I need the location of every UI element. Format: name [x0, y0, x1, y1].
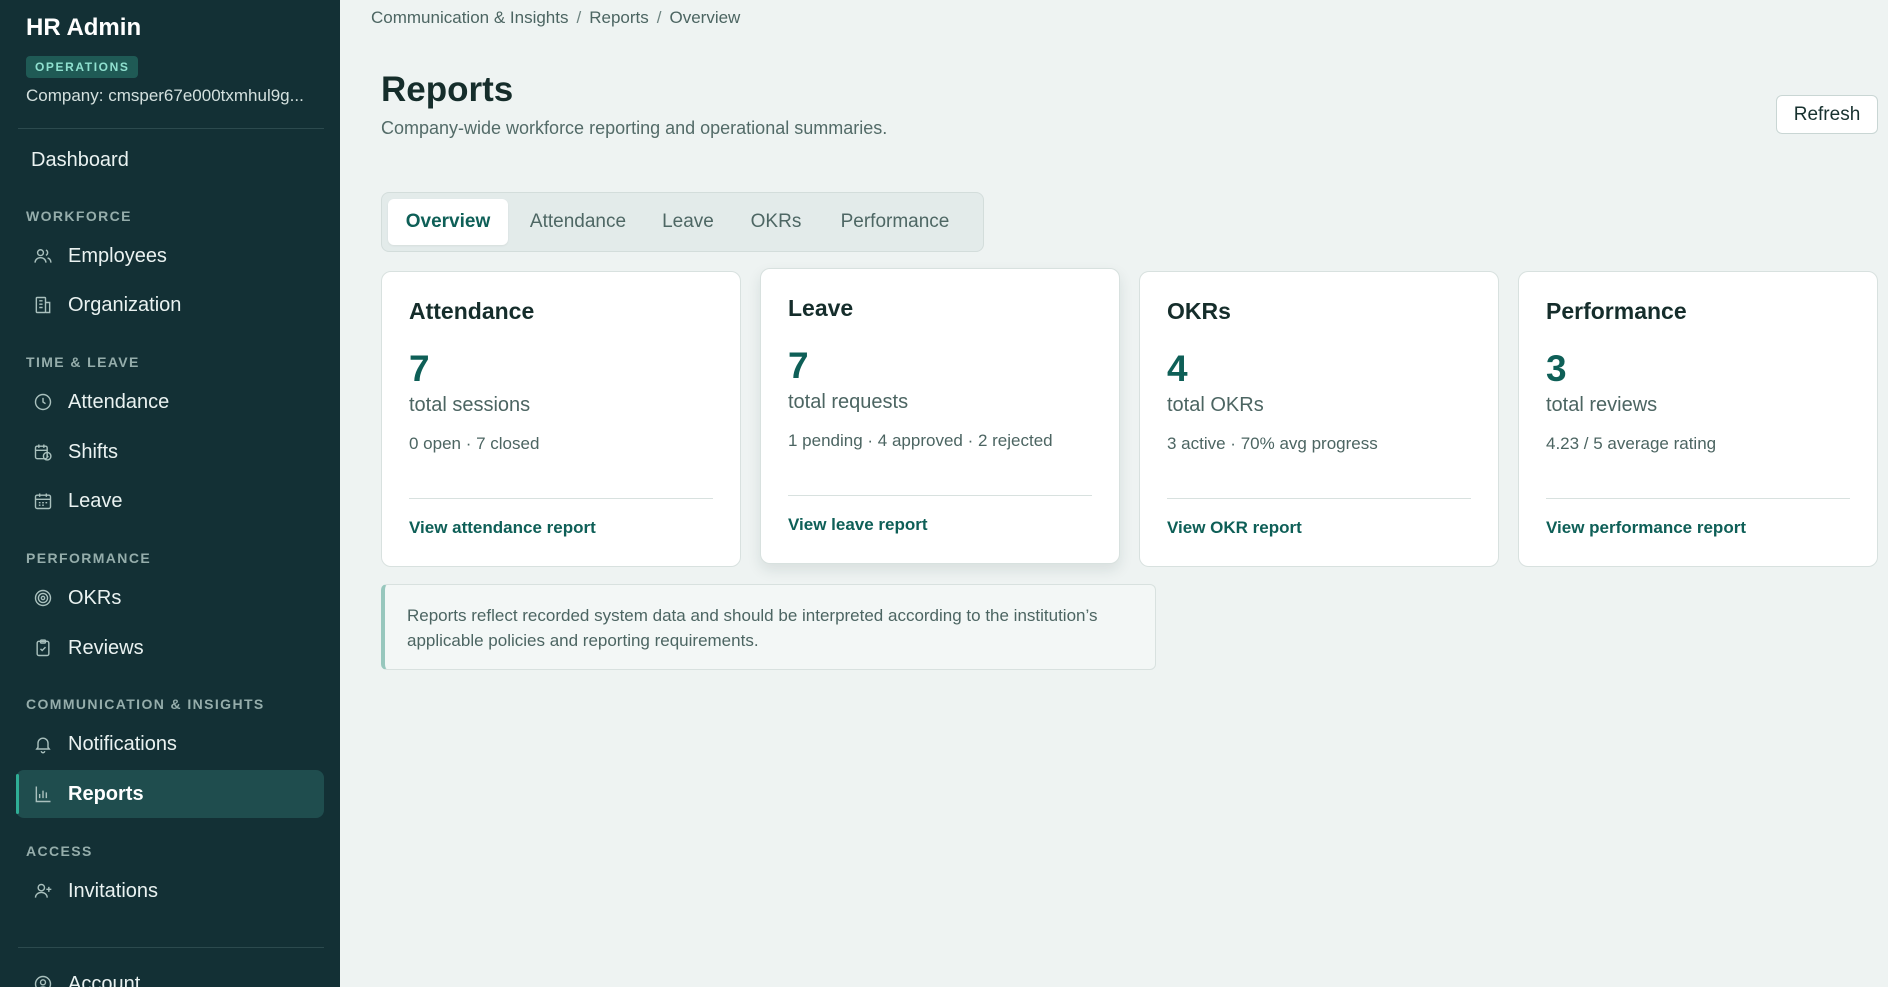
view-attendance-report-link[interactable]: View attendance report	[409, 518, 596, 538]
card-meta: 3 active · 70% avg progress	[1167, 434, 1378, 453]
card-unit: total OKRs	[1167, 394, 1264, 416]
breadcrumb-communication[interactable]: Communication & Insights	[371, 8, 568, 28]
performance-card: Performance 3 total reviews 4.23 / 5 ave…	[1518, 271, 1878, 567]
card-title: Leave	[788, 295, 854, 321]
sidebar-item-okrs[interactable]: OKRs	[16, 574, 324, 622]
leave-card: Leave 7 total requests 1 pending · 4 app…	[760, 268, 1120, 564]
card-divider	[409, 498, 713, 499]
role-badge: OPERATIONS	[26, 56, 139, 78]
card-unit: total requests	[788, 391, 909, 413]
sidebar-item-label: Shifts	[68, 440, 119, 463]
reports-disclaimer-note: Reports reflect recorded system data and…	[381, 584, 1156, 670]
sidebar-item-reports[interactable]: Reports	[16, 770, 324, 818]
sidebar-item-label: Employees	[68, 244, 167, 267]
card-divider	[1167, 498, 1471, 499]
section-label-communication: COMMUNICATION & INSIGHTS	[26, 696, 265, 712]
sidebar-item-label: Reviews	[68, 636, 144, 659]
card-meta: 1 pending · 4 approved · 2 rejected	[788, 431, 1053, 450]
view-okr-report-link[interactable]: View OKR report	[1167, 518, 1302, 538]
view-leave-report-link[interactable]: View leave report	[788, 515, 928, 535]
tab-attendance[interactable]: Attendance	[518, 199, 638, 245]
card-title: Attendance	[409, 298, 535, 324]
card-divider	[788, 495, 1092, 496]
sidebar-item-label: Organization	[68, 293, 182, 316]
refresh-button[interactable]: Refresh	[1776, 95, 1878, 134]
breadcrumb-separator: /	[576, 8, 582, 27]
user-circle-icon	[32, 973, 54, 987]
sidebar-item-label: Account	[68, 972, 141, 987]
card-value: 3	[1546, 348, 1567, 389]
sidebar: HR Admin OPERATIONS Company: cmsper67e00…	[0, 0, 340, 987]
section-label-time-leave: TIME & LEAVE	[26, 354, 140, 370]
attendance-card: Attendance 7 total sessions 0 open · 7 c…	[381, 271, 741, 567]
tab-okrs[interactable]: OKRs	[738, 199, 814, 245]
sidebar-item-reviews[interactable]: Reviews	[16, 624, 324, 672]
sidebar-item-organization[interactable]: Organization	[16, 281, 324, 329]
sidebar-item-leave[interactable]: Leave	[16, 477, 324, 525]
card-meta: 0 open · 7 closed	[409, 434, 540, 453]
bell-icon	[32, 733, 54, 755]
calendar-icon	[32, 490, 54, 512]
breadcrumb-overview: Overview	[669, 8, 741, 27]
view-performance-report-link[interactable]: View performance report	[1546, 518, 1746, 538]
card-divider	[1546, 498, 1850, 499]
card-value: 7	[409, 348, 430, 389]
brand-title: HR Admin	[26, 14, 142, 41]
sidebar-item-account[interactable]: Account	[16, 960, 324, 987]
user-plus-icon	[32, 880, 54, 902]
tab-overview[interactable]: Overview	[388, 199, 508, 245]
tab-leave[interactable]: Leave	[648, 199, 728, 245]
sidebar-item-label: Invitations	[68, 879, 159, 902]
section-label-performance: PERFORMANCE	[26, 550, 152, 566]
sidebar-item-dashboard[interactable]: Dashboard	[16, 136, 324, 184]
clock-icon	[32, 391, 54, 413]
bar-chart-icon	[32, 783, 54, 805]
card-title: OKRs	[1167, 298, 1231, 324]
building-icon	[32, 294, 54, 316]
sidebar-divider	[18, 128, 324, 129]
breadcrumb-reports[interactable]: Reports	[589, 8, 649, 28]
sidebar-item-shifts[interactable]: Shifts	[16, 428, 324, 476]
card-meta: 4.23 / 5 average rating	[1546, 434, 1717, 453]
page-title: Reports	[381, 70, 514, 109]
report-tabs: Overview Attendance Leave OKRs Performan…	[381, 192, 984, 252]
sidebar-item-label: OKRs	[68, 586, 122, 609]
sidebar-item-attendance[interactable]: Attendance	[16, 378, 324, 426]
sidebar-item-label: Leave	[68, 489, 123, 512]
sidebar-item-notifications[interactable]: Notifications	[16, 720, 324, 768]
users-icon	[32, 245, 54, 267]
page-subtitle: Company-wide workforce reporting and ope…	[381, 118, 888, 138]
sidebar-item-label: Notifications	[68, 732, 177, 755]
breadcrumb-separator: /	[656, 8, 662, 27]
card-value: 7	[788, 345, 809, 386]
sidebar-item-label: Dashboard	[31, 148, 129, 171]
okrs-card: OKRs 4 total OKRs 3 active · 70% avg pro…	[1139, 271, 1499, 567]
sidebar-item-label: Attendance	[68, 390, 170, 413]
section-label-workforce: WORKFORCE	[26, 208, 132, 224]
sidebar-item-invitations[interactable]: Invitations	[16, 867, 324, 915]
company-id: Company: cmsper67e000txmhul9g...	[26, 86, 304, 105]
breadcrumb: Communication & Insights / Reports / Ove…	[371, 8, 740, 28]
card-title: Performance	[1546, 298, 1687, 324]
calendar-clock-icon	[32, 441, 54, 463]
card-unit: total reviews	[1546, 394, 1658, 416]
sidebar-item-employees[interactable]: Employees	[16, 232, 324, 280]
clipboard-check-icon	[32, 637, 54, 659]
tab-performance[interactable]: Performance	[824, 199, 966, 245]
sidebar-divider	[18, 947, 324, 948]
target-icon	[32, 587, 54, 609]
section-label-access: ACCESS	[26, 843, 93, 859]
card-value: 4	[1167, 348, 1188, 389]
sidebar-item-label: Reports	[68, 782, 144, 805]
card-unit: total sessions	[409, 394, 531, 416]
